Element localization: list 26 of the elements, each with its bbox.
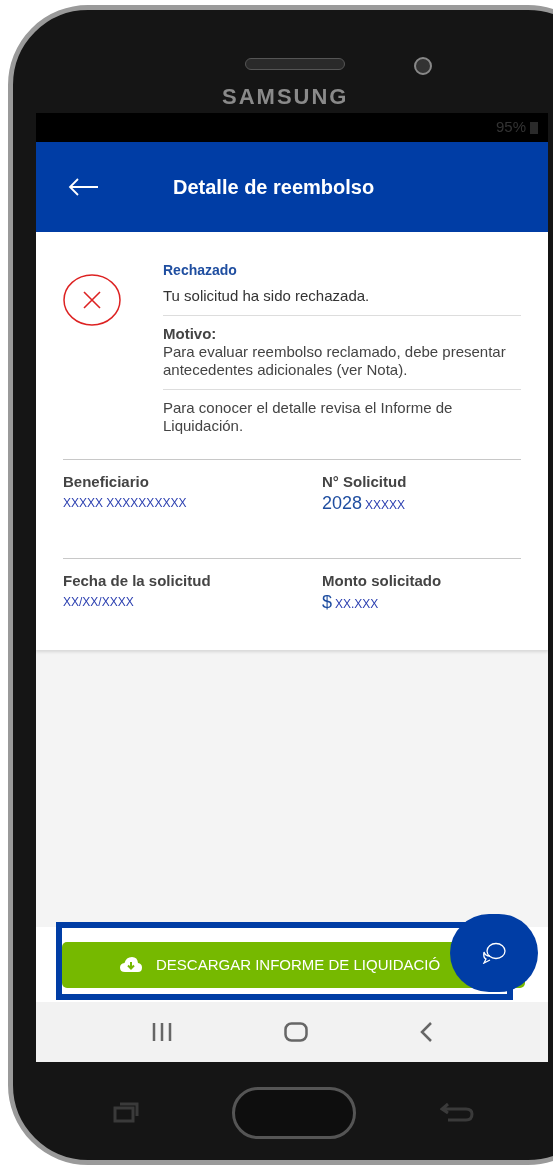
battery-icon [530,121,538,134]
status-label: Rechazado [163,261,238,279]
field-label: N° Solicitud [322,473,408,491]
recent-apps-icon[interactable] [151,1022,174,1042]
home-icon[interactable] [284,1022,308,1042]
back-arrow-icon[interactable] [68,177,98,197]
field-label: Fecha de la solicitud [63,572,212,590]
status-message: Tu solicitud ha sido rechazada. [163,287,521,316]
brand-logo: SAMSUNG [222,86,349,108]
field-label: Beneficiario [63,473,150,491]
back-icon[interactable] [418,1021,433,1043]
field-value: XXXXX XXXXXXXXXX [63,495,187,512]
rejected-x-icon [63,274,121,326]
field-label: Monto solicitado [322,572,443,590]
field-value: XXXXX [365,497,406,514]
reason-text: Para evaluar reembolso reclamado, debe presentar antecedentes adicionales (ver Nota). [163,343,507,379]
reason-label: Motivo: [163,325,218,343]
field-value: XX/XX/XXXX [63,594,134,611]
field-value: XX.XXX [335,596,379,613]
chat-bubbles-icon [482,942,506,964]
home-button[interactable] [232,1087,356,1139]
cloud-download-icon [120,957,142,973]
field-value-prefix: $ [322,592,332,612]
screen-title: Detalle de reembolso [173,175,375,200]
field-value-prefix: 2028 [322,493,363,513]
note-text: Para conocer el detalle revisa el Informe de Liquidación. [163,398,454,435]
